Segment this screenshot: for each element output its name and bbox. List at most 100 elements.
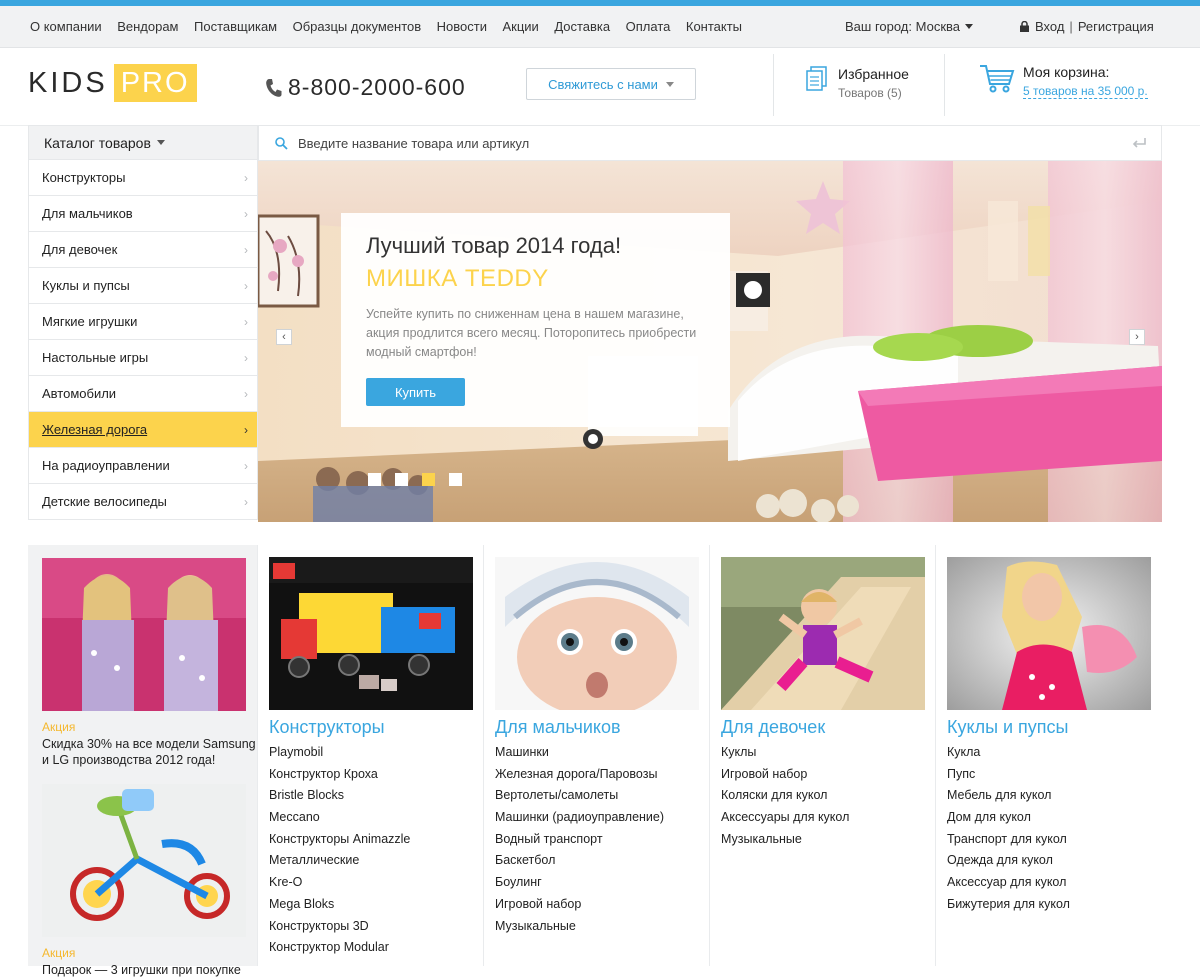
nav-link-news[interactable]: Новости xyxy=(437,19,487,34)
cart-block[interactable]: Моя корзина: 5 товаров на 35 000 р. xyxy=(979,64,1148,99)
chevron-right-icon: › xyxy=(244,242,248,257)
sidebar-item[interactable]: На радиоуправлении › xyxy=(29,448,257,484)
sidebar-item[interactable]: Для девочек › xyxy=(29,232,257,268)
slider-prev-button[interactable]: ‹ xyxy=(276,329,292,345)
category-subitem-link[interactable]: Одежда для кукол xyxy=(947,851,1070,873)
search-input[interactable] xyxy=(298,135,1098,151)
category-subitem-link[interactable]: Конструктор Modular xyxy=(269,938,410,960)
category-subitem-link[interactable]: Конструктор Кроха xyxy=(269,765,410,787)
slider-dot[interactable] xyxy=(422,473,435,486)
category-subitem-link[interactable]: Машинки (радиоуправление) xyxy=(495,808,664,830)
sidebar-item[interactable]: Железная дорога › xyxy=(29,412,257,448)
cart-text: Моя корзина: 5 товаров на 35 000 р. xyxy=(1023,64,1148,99)
slider-dot[interactable] xyxy=(449,473,462,486)
category-subitem-link[interactable]: Боулинг xyxy=(495,873,664,895)
hero-banner: Лучший товар 2014 года! МИШКА TEDDY Успе… xyxy=(258,161,1162,522)
sidebar-item[interactable]: Настольные игры › xyxy=(29,340,257,376)
register-link[interactable]: Регистрация xyxy=(1078,19,1154,34)
cart-summary-link[interactable]: 5 товаров на 35 000 р. xyxy=(1023,84,1148,99)
promo-card[interactable]: Акция Скидка 30% на все модели Samsung и… xyxy=(42,558,258,768)
search-bar xyxy=(258,125,1162,161)
buy-button[interactable]: Купить xyxy=(366,378,465,406)
promo-dolls-image xyxy=(42,558,246,711)
category-subitem-link[interactable]: Коляски для кукол xyxy=(721,786,849,808)
catalog-sidebar: Каталог товаров Конструкторы › Для мальчик… xyxy=(28,125,258,520)
sidebar-item-label: Автомобили xyxy=(42,386,117,401)
category-lego-image[interactable] xyxy=(269,557,473,710)
category-card-boys: Для мальчиков Машинки Железная дорога/Пар… xyxy=(483,545,709,966)
nav-link-vendors[interactable]: Вендорам xyxy=(117,19,178,34)
category-subitem-link[interactable]: Куклы xyxy=(721,743,849,765)
sidebar-item[interactable]: Мягкие игрушки › xyxy=(29,304,257,340)
chevron-right-icon: › xyxy=(244,350,248,365)
category-subitem-link[interactable]: Бижутерия для кукол xyxy=(947,895,1070,917)
city-selector[interactable]: Ваш город: Москва xyxy=(845,19,973,34)
category-subitem-link[interactable]: Музыкальные xyxy=(721,830,849,852)
banner-heading: Лучший товар 2014 года! xyxy=(366,233,622,258)
enter-icon[interactable] xyxy=(1132,137,1147,149)
nav-link-sales[interactable]: Акции xyxy=(502,19,538,34)
chevron-left-icon: ‹ xyxy=(282,331,286,343)
sidebar-item[interactable]: Куклы и пупсы › xyxy=(29,268,257,304)
category-subitem-link[interactable]: Кукла xyxy=(947,743,1070,765)
favorites-text: Избранное Товаров (5) xyxy=(838,66,909,100)
category-subitem-link[interactable]: Mega Bloks xyxy=(269,895,410,917)
category-title[interactable]: Для девочек xyxy=(721,717,825,738)
category-baby-image[interactable] xyxy=(495,557,699,710)
category-subitem-link[interactable]: Аксессуары для кукол xyxy=(721,808,849,830)
category-girl-image[interactable] xyxy=(721,557,925,710)
nav-link-documents[interactable]: Образцы документов xyxy=(293,19,422,34)
category-subitem-link[interactable]: Игровой набор xyxy=(721,765,849,787)
category-title[interactable]: Конструкторы xyxy=(269,717,385,738)
category-title[interactable]: Куклы и пупсы xyxy=(947,717,1069,738)
city-label: Ваш город: Москва xyxy=(845,19,960,34)
category-subitem-link[interactable]: Музыкальные xyxy=(495,917,664,939)
nav-link-suppliers[interactable]: Поставщикам xyxy=(194,19,277,34)
phone-block: 8-800-2000-600 xyxy=(265,74,466,101)
chevron-right-icon: › xyxy=(244,422,248,437)
category-barbie-image[interactable] xyxy=(947,557,1151,710)
login-link[interactable]: Вход xyxy=(1035,19,1064,34)
category-subitem-link[interactable]: Bristle Blocks xyxy=(269,786,410,808)
contact-us-button[interactable]: Свяжитесь с нами xyxy=(526,68,696,100)
auth-separator: | xyxy=(1069,19,1073,34)
category-subitem-link[interactable]: Металлические xyxy=(269,851,410,873)
sidebar-item[interactable]: Детские велосипеды › xyxy=(29,484,257,520)
category-subitem-link[interactable]: Kre-O xyxy=(269,873,410,895)
category-subitem-link[interactable]: Аксессуар для кукол xyxy=(947,873,1070,895)
sidebar-item-label: Железная дорога xyxy=(42,422,148,437)
nav-link-delivery[interactable]: Доставка xyxy=(554,19,610,34)
category-subitem-link[interactable]: Дом для кукол xyxy=(947,808,1070,830)
sidebar-item[interactable]: Конструкторы › xyxy=(29,160,257,196)
category-subitem-link[interactable]: Конструкторы Animazzle xyxy=(269,830,410,852)
sidebar-item[interactable]: Для мальчиков › xyxy=(29,196,257,232)
favorites-block[interactable]: Избранное Товаров (5) xyxy=(806,66,909,100)
category-title[interactable]: Для мальчиков xyxy=(495,717,621,738)
slider-next-button[interactable]: › xyxy=(1129,329,1145,345)
category-subitem-link[interactable]: Водный транспорт xyxy=(495,830,664,852)
category-subitem-link[interactable]: Игровой набор xyxy=(495,895,664,917)
sidebar-item[interactable]: Автомобили › xyxy=(29,376,257,412)
logo[interactable]: KIDS PRO xyxy=(28,64,197,102)
nav-link-payment[interactable]: Оплата xyxy=(626,19,671,34)
category-subitem-link[interactable]: Баскетбол xyxy=(495,851,664,873)
category-subitem-link[interactable]: Машинки xyxy=(495,743,664,765)
category-subitem-link[interactable]: Playmobil xyxy=(269,743,410,765)
category-subitem-link[interactable]: Мебель для кукол xyxy=(947,786,1070,808)
category-subitem-link[interactable]: Конструкторы 3D xyxy=(269,917,410,939)
phone-number[interactable]: 8-800-2000-600 xyxy=(288,74,466,101)
search-icon xyxy=(275,136,288,150)
slider-dot[interactable] xyxy=(368,473,381,486)
auth-links: Вход | Регистрация xyxy=(1020,19,1154,34)
catalog-header[interactable]: Каталог товаров xyxy=(28,125,258,160)
slider-dot[interactable] xyxy=(395,473,408,486)
category-subitem-link[interactable]: Транспорт для кукол xyxy=(947,830,1070,852)
sidebar-item-label: Детские велосипеды xyxy=(42,494,167,509)
nav-link-contacts[interactable]: Контакты xyxy=(686,19,742,34)
category-subitem-link[interactable]: Железная дорога/Паровозы xyxy=(495,765,664,787)
category-subitem-link[interactable]: Пупс xyxy=(947,765,1070,787)
promo-card[interactable]: Акция Подарок — 3 игрушки при покупке xyxy=(42,784,246,978)
category-subitem-link[interactable]: Meccano xyxy=(269,808,410,830)
nav-link-about[interactable]: О компании xyxy=(30,19,102,34)
category-subitem-link[interactable]: Вертолеты/самолеты xyxy=(495,786,664,808)
